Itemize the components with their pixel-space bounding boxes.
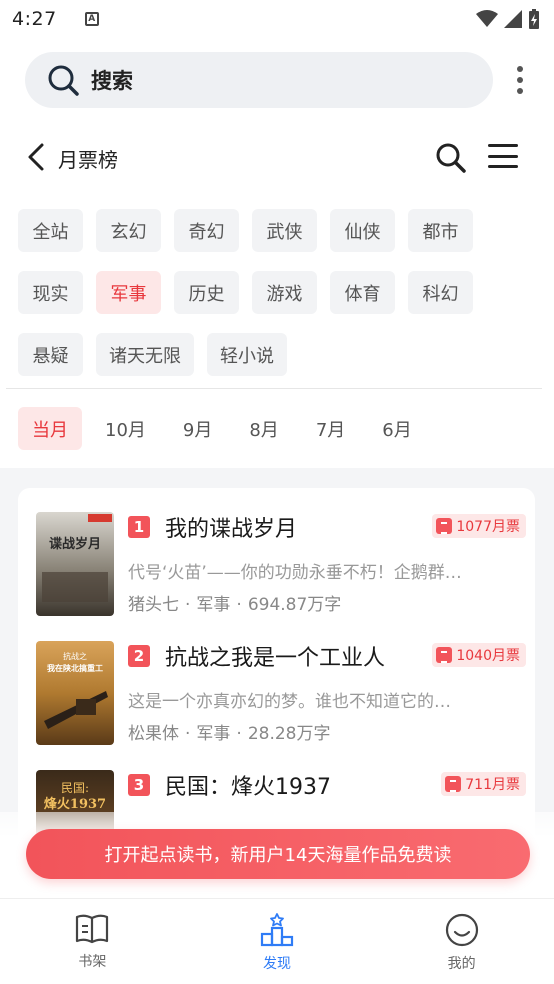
svg-text:谍战岁月: 谍战岁月 xyxy=(49,536,101,552)
svg-text:我在陕北搞重工: 我在陕北搞重工 xyxy=(47,663,103,673)
rank-badge: 1 xyxy=(128,516,150,538)
ticket-badge: 711月票 xyxy=(441,772,526,796)
status-icons xyxy=(476,9,540,29)
book-author: 猪头七 xyxy=(128,595,179,615)
book-genre: 军事 xyxy=(196,595,231,615)
ticket-badge: 1040月票 xyxy=(432,643,526,667)
search-icon[interactable] xyxy=(435,142,467,174)
chip-row: 悬疑 诸天无限 轻小说 xyxy=(18,333,538,376)
nav-label: 发现 xyxy=(263,956,291,972)
ranking-list: 谍战岁月 1 我的谍战岁月 1077月票 代号‘火苗’——你的功勋永垂不朽！企鹅… xyxy=(18,488,535,848)
book-item[interactable]: 谍战岁月 1 我的谍战岁月 1077月票 代号‘火苗’——你的功勋永垂不朽！企鹅… xyxy=(36,512,526,622)
category-chip[interactable]: 悬疑 xyxy=(18,333,83,376)
category-chip[interactable]: 仙侠 xyxy=(330,209,395,252)
svg-text:民国:: 民国: xyxy=(61,781,89,795)
ticket-count: 1077月票 xyxy=(456,519,520,535)
category-chip[interactable]: 全站 xyxy=(18,209,83,252)
category-chip-active[interactable]: 军事 xyxy=(96,271,161,314)
ticket-count: 1040月票 xyxy=(456,648,520,664)
category-chip[interactable]: 科幻 xyxy=(408,271,473,314)
category-chip[interactable]: 玄幻 xyxy=(96,209,161,252)
nav-item-bookshelf[interactable]: 书架 xyxy=(0,899,185,984)
ticket-count: 711月票 xyxy=(465,777,520,793)
search-label: 搜索 xyxy=(91,69,133,93)
signal-icon xyxy=(504,10,522,28)
category-chip[interactable]: 现实 xyxy=(18,271,83,314)
ticket-icon xyxy=(436,518,453,534)
book-item[interactable]: 抗战之 我在陕北搞重工 2 抗战之我是一个工业人 1040月票 这是一个亦真亦幻… xyxy=(36,641,526,751)
book-cover[interactable]: 谍战岁月 xyxy=(36,512,114,616)
book-meta: 猪头七 · 军事 · 694.87万字 xyxy=(128,595,342,615)
category-chip[interactable]: 奇幻 xyxy=(174,209,239,252)
book-genre: 军事 xyxy=(196,724,231,744)
open-app-banner[interactable]: 打开起点读书，新用户14天海量作品免费读 xyxy=(26,829,530,879)
notification-icon: A xyxy=(84,12,99,26)
category-chip[interactable]: 历史 xyxy=(174,271,239,314)
category-chip[interactable]: 游戏 xyxy=(252,271,317,314)
status-time: 4:27 xyxy=(12,8,57,30)
category-chip[interactable]: 诸天无限 xyxy=(96,333,194,376)
divider xyxy=(6,388,542,389)
month-tab-active[interactable]: 当月 xyxy=(18,407,82,450)
status-bar: 4:27 A xyxy=(0,0,554,38)
search-input[interactable]: 搜索 xyxy=(25,52,493,108)
book-word-count: 694.87万字 xyxy=(247,595,342,615)
podium-icon xyxy=(260,913,294,947)
month-tab[interactable]: 9月 xyxy=(169,407,226,450)
category-chip[interactable]: 武侠 xyxy=(252,209,317,252)
chip-row: 全站 玄幻 奇幻 武侠 仙侠 都市 xyxy=(18,209,538,252)
page-header: 月票榜 xyxy=(0,132,554,180)
ticket-icon xyxy=(436,647,453,663)
ticket-icon xyxy=(445,776,462,792)
book-icon xyxy=(76,914,109,944)
book-title: 抗战之我是一个工业人 xyxy=(165,646,386,671)
svg-text:烽火1937: 烽火1937 xyxy=(44,796,106,812)
rank-badge: 2 xyxy=(128,645,150,667)
wifi-icon xyxy=(476,10,498,27)
month-tab[interactable]: 6月 xyxy=(368,407,425,450)
nav-label: 书架 xyxy=(78,954,107,970)
book-meta: 松果体 · 军事 · 28.28万字 xyxy=(128,724,331,744)
book-cover[interactable]: 抗战之 我在陕北搞重工 xyxy=(36,641,114,745)
nav-item-profile[interactable]: 我的 xyxy=(369,899,554,984)
book-title: 我的谍战岁月 xyxy=(165,517,298,542)
nav-item-discover[interactable]: 发现 xyxy=(185,899,370,984)
book-title: 民国：烽火1937 xyxy=(165,775,331,800)
category-chips: 全站 玄幻 奇幻 武侠 仙侠 都市 现实 军事 历史 游戏 体育 科幻 悬疑 诸… xyxy=(18,209,538,395)
svg-text:抗战之: 抗战之 xyxy=(63,651,87,661)
category-chip[interactable]: 轻小说 xyxy=(207,333,287,376)
book-word-count: 28.28万字 xyxy=(247,724,331,744)
bottom-nav: 书架 发现 我的 xyxy=(0,898,554,984)
chip-row: 现实 军事 历史 游戏 体育 科幻 xyxy=(18,271,538,314)
book-description: 这是一个亦真亦幻的梦。谁也不知道它的… xyxy=(128,692,451,712)
back-arrow-icon[interactable] xyxy=(24,142,48,172)
category-chip[interactable]: 都市 xyxy=(408,209,473,252)
search-icon xyxy=(48,65,79,96)
search-row: 搜索 xyxy=(0,52,554,108)
month-tab[interactable]: 7月 xyxy=(302,407,359,450)
more-options-icon[interactable] xyxy=(512,66,528,94)
nav-label: 我的 xyxy=(447,956,476,972)
book-description: 代号‘火苗’——你的功勋永垂不朽！企鹅群… xyxy=(128,563,462,583)
page-title: 月票榜 xyxy=(58,148,118,172)
rank-badge: 3 xyxy=(128,774,150,796)
month-tab[interactable]: 8月 xyxy=(235,407,292,450)
smile-icon xyxy=(445,913,478,947)
month-tab[interactable]: 10月 xyxy=(91,407,160,450)
book-author: 松果体 xyxy=(128,724,179,744)
ticket-badge: 1077月票 xyxy=(432,514,526,538)
category-chip[interactable]: 体育 xyxy=(330,271,395,314)
battery-icon xyxy=(529,9,539,29)
month-tabs: 当月 10月 9月 8月 7月 6月 xyxy=(18,407,435,450)
menu-icon[interactable] xyxy=(488,144,518,168)
